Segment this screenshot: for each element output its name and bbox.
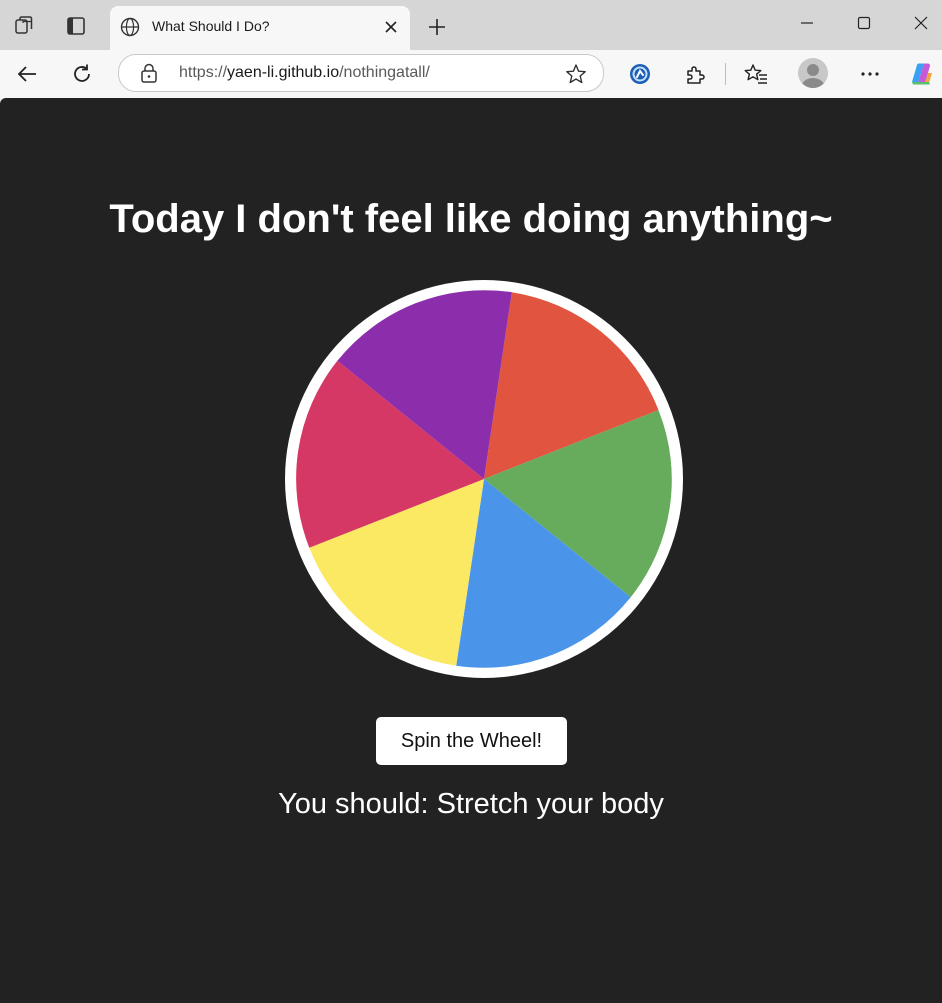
back-arrow-icon[interactable]: [12, 60, 42, 88]
result-text: You should: Stretch your body: [278, 788, 664, 820]
more-icon[interactable]: [855, 60, 885, 88]
url-scheme: https://: [179, 64, 228, 81]
minimize-icon[interactable]: [792, 10, 822, 36]
close-icon[interactable]: [380, 16, 402, 38]
url-path: /nothingatall/: [339, 64, 430, 81]
browser-toolbar: https://yaen-li.github.io/nothingatall/: [0, 50, 942, 98]
maximize-icon[interactable]: [849, 10, 879, 36]
profile-avatar-icon[interactable]: [798, 58, 828, 88]
star-icon[interactable]: [565, 63, 587, 85]
tab-strip: What Should I Do?: [0, 0, 942, 50]
close-window-icon[interactable]: [906, 10, 936, 36]
browser-tab[interactable]: What Should I Do?: [110, 6, 410, 50]
globe-icon: [120, 17, 140, 37]
address-bar[interactable]: https://yaen-li.github.io/nothingatall/: [118, 54, 604, 92]
copilot-icon[interactable]: [906, 60, 936, 88]
puzzle-icon[interactable]: [680, 60, 710, 88]
toolbar-separator: [725, 63, 726, 85]
spin-wheel-button[interactable]: Spin the Wheel!: [376, 717, 567, 765]
tab-actions-icon[interactable]: [62, 12, 90, 40]
refresh-icon[interactable]: [67, 60, 97, 88]
tab-title: What Should I Do?: [152, 18, 270, 34]
url-host: yaen-li.github.io: [227, 64, 340, 81]
spin-wheel[interactable]: [284, 279, 684, 679]
extension-app-icon[interactable]: [625, 60, 655, 88]
favorites-icon[interactable]: [741, 60, 771, 88]
plus-icon[interactable]: [424, 14, 450, 40]
page-title: Today I don't feel like doing anything~: [109, 197, 833, 241]
page-viewport: Today I don't feel like doing anything~ …: [0, 98, 942, 1003]
url-text: https://yaen-li.github.io/nothingatall/: [179, 64, 430, 82]
workspaces-icon[interactable]: [11, 12, 39, 40]
lock-icon[interactable]: [139, 63, 159, 83]
